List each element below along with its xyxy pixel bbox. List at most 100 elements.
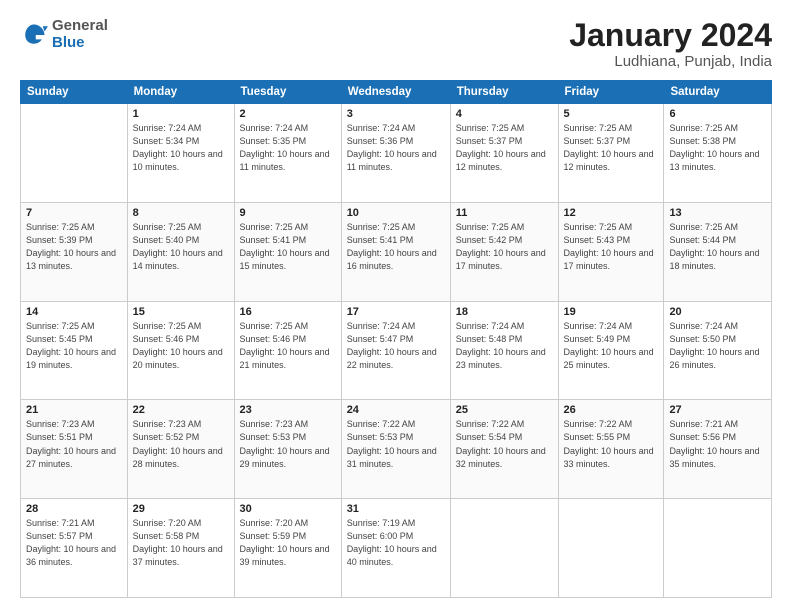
day-number: 23 [240,404,336,416]
calendar-table: Sunday Monday Tuesday Wednesday Thursday… [20,80,772,598]
logo-general: General [52,17,108,34]
day-info: Sunrise: 7:25 AMSunset: 5:44 PMDaylight:… [669,221,766,273]
day-info: Sunrise: 7:24 AMSunset: 5:49 PMDaylight:… [564,320,659,372]
day-info: Sunrise: 7:25 AMSunset: 5:38 PMDaylight:… [669,122,766,174]
day-number: 10 [347,207,445,219]
table-cell: 14 Sunrise: 7:25 AMSunset: 5:45 PMDayligh… [21,301,128,400]
day-info: Sunrise: 7:25 AMSunset: 5:37 PMDaylight:… [564,122,659,174]
table-cell: 11 Sunrise: 7:25 AMSunset: 5:42 PMDayligh… [450,202,558,301]
day-info: Sunrise: 7:25 AMSunset: 5:40 PMDaylight:… [133,221,229,273]
day-number: 30 [240,503,336,515]
col-sunday: Sunday [21,81,128,104]
day-number: 24 [347,404,445,416]
day-info: Sunrise: 7:21 AMSunset: 5:57 PMDaylight:… [26,517,122,569]
day-number: 14 [26,306,122,318]
col-thursday: Thursday [450,81,558,104]
day-number: 9 [240,207,336,219]
day-info: Sunrise: 7:25 AMSunset: 5:41 PMDaylight:… [240,221,336,273]
table-cell [664,499,772,598]
day-info: Sunrise: 7:24 AMSunset: 5:35 PMDaylight:… [240,122,336,174]
day-number: 4 [456,108,553,120]
day-number: 6 [669,108,766,120]
logo-text: General Blue [52,18,108,51]
week-row-3: 14 Sunrise: 7:25 AMSunset: 5:45 PMDayligh… [21,301,772,400]
table-cell: 2Sunrise: 7:24 AMSunset: 5:35 PMDaylight… [234,104,341,203]
day-info: Sunrise: 7:22 AMSunset: 5:53 PMDaylight:… [347,418,445,470]
day-number: 13 [669,207,766,219]
week-row-2: 7Sunrise: 7:25 AMSunset: 5:39 PMDaylight… [21,202,772,301]
day-info: Sunrise: 7:25 AMSunset: 5:42 PMDaylight:… [456,221,553,273]
table-cell: 22Sunrise: 7:23 AMSunset: 5:52 PMDayligh… [127,400,234,499]
table-cell: 8 Sunrise: 7:25 AMSunset: 5:40 PMDaylight… [127,202,234,301]
day-info: Sunrise: 7:23 AMSunset: 5:53 PMDaylight:… [240,418,336,470]
col-wednesday: Wednesday [341,81,450,104]
day-number: 27 [669,404,766,416]
logo-icon [20,21,48,49]
week-row-1: 1 Sunrise: 7:24 AMSunset: 5:34 PMDaylight… [21,104,772,203]
table-cell: 17Sunrise: 7:24 AMSunset: 5:47 PMDayligh… [341,301,450,400]
table-cell: 21 Sunrise: 7:23 AMSunset: 5:51 PMDayligh… [21,400,128,499]
table-cell: 18Sunrise: 7:24 AMSunset: 5:48 PMDayligh… [450,301,558,400]
title-block: January 2024 Ludhiana, Punjab, India [569,18,772,70]
table-cell: 25Sunrise: 7:22 AMSunset: 5:54 PMDayligh… [450,400,558,499]
location: Ludhiana, Punjab, India [569,53,772,70]
day-number: 16 [240,306,336,318]
day-info: Sunrise: 7:25 AMSunset: 5:45 PMDaylight:… [26,320,122,372]
day-info: Sunrise: 7:24 AMSunset: 5:34 PMDaylight:… [133,122,229,174]
table-cell: 10 Sunrise: 7:25 AMSunset: 5:41 PMDayligh… [341,202,450,301]
day-info: Sunrise: 7:25 AMSunset: 5:46 PMDaylight:… [133,320,229,372]
col-monday: Monday [127,81,234,104]
table-cell: 31 Sunrise: 7:19 AMSunset: 6:00 PMDayligh… [341,499,450,598]
day-info: Sunrise: 7:25 AMSunset: 5:39 PMDaylight:… [26,221,122,273]
day-info: Sunrise: 7:20 AMSunset: 5:58 PMDaylight:… [133,517,229,569]
day-number: 28 [26,503,122,515]
day-info: Sunrise: 7:22 AMSunset: 5:55 PMDaylight:… [564,418,659,470]
week-row-4: 21 Sunrise: 7:23 AMSunset: 5:51 PMDayligh… [21,400,772,499]
table-cell: 20 Sunrise: 7:24 AMSunset: 5:50 PMDayligh… [664,301,772,400]
header: General Blue January 2024 Ludhiana, Punj… [20,18,772,70]
table-cell: 12Sunrise: 7:25 AMSunset: 5:43 PMDayligh… [558,202,664,301]
table-cell: 3Sunrise: 7:24 AMSunset: 5:36 PMDaylight… [341,104,450,203]
day-info: Sunrise: 7:25 AMSunset: 5:41 PMDaylight:… [347,221,445,273]
day-number: 5 [564,108,659,120]
col-friday: Friday [558,81,664,104]
table-cell: 29Sunrise: 7:20 AMSunset: 5:58 PMDayligh… [127,499,234,598]
table-cell: 5 Sunrise: 7:25 AMSunset: 5:37 PMDaylight… [558,104,664,203]
day-number: 31 [347,503,445,515]
table-cell: 7Sunrise: 7:25 AMSunset: 5:39 PMDaylight… [21,202,128,301]
col-saturday: Saturday [664,81,772,104]
day-number: 22 [133,404,229,416]
table-cell: 4Sunrise: 7:25 AMSunset: 5:37 PMDaylight… [450,104,558,203]
day-number: 25 [456,404,553,416]
day-number: 19 [564,306,659,318]
logo-blue-text: Blue [52,34,85,51]
table-cell: 13 Sunrise: 7:25 AMSunset: 5:44 PMDayligh… [664,202,772,301]
logo: General Blue [20,18,108,51]
table-cell: 15 Sunrise: 7:25 AMSunset: 5:46 PMDayligh… [127,301,234,400]
table-cell: 30 Sunrise: 7:20 AMSunset: 5:59 PMDayligh… [234,499,341,598]
day-number: 15 [133,306,229,318]
table-cell: 16 Sunrise: 7:25 AMSunset: 5:46 PMDayligh… [234,301,341,400]
day-number: 3 [347,108,445,120]
table-cell [450,499,558,598]
day-info: Sunrise: 7:25 AMSunset: 5:46 PMDaylight:… [240,320,336,372]
day-number: 20 [669,306,766,318]
table-cell: 6 Sunrise: 7:25 AMSunset: 5:38 PMDaylight… [664,104,772,203]
day-number: 11 [456,207,553,219]
day-info: Sunrise: 7:20 AMSunset: 5:59 PMDaylight:… [240,517,336,569]
day-info: Sunrise: 7:25 AMSunset: 5:43 PMDaylight:… [564,221,659,273]
day-info: Sunrise: 7:23 AMSunset: 5:51 PMDaylight:… [26,418,122,470]
day-info: Sunrise: 7:19 AMSunset: 6:00 PMDaylight:… [347,517,445,569]
page: General Blue January 2024 Ludhiana, Punj… [0,0,792,612]
table-cell: 26Sunrise: 7:22 AMSunset: 5:55 PMDayligh… [558,400,664,499]
day-number: 1 [133,108,229,120]
week-row-5: 28 Sunrise: 7:21 AMSunset: 5:57 PMDayligh… [21,499,772,598]
day-info: Sunrise: 7:24 AMSunset: 5:50 PMDaylight:… [669,320,766,372]
day-number: 8 [133,207,229,219]
header-row: Sunday Monday Tuesday Wednesday Thursday… [21,81,772,104]
table-cell: 24 Sunrise: 7:22 AMSunset: 5:53 PMDayligh… [341,400,450,499]
day-info: Sunrise: 7:24 AMSunset: 5:47 PMDaylight:… [347,320,445,372]
table-cell: 19 Sunrise: 7:24 AMSunset: 5:49 PMDayligh… [558,301,664,400]
table-cell [558,499,664,598]
day-number: 21 [26,404,122,416]
